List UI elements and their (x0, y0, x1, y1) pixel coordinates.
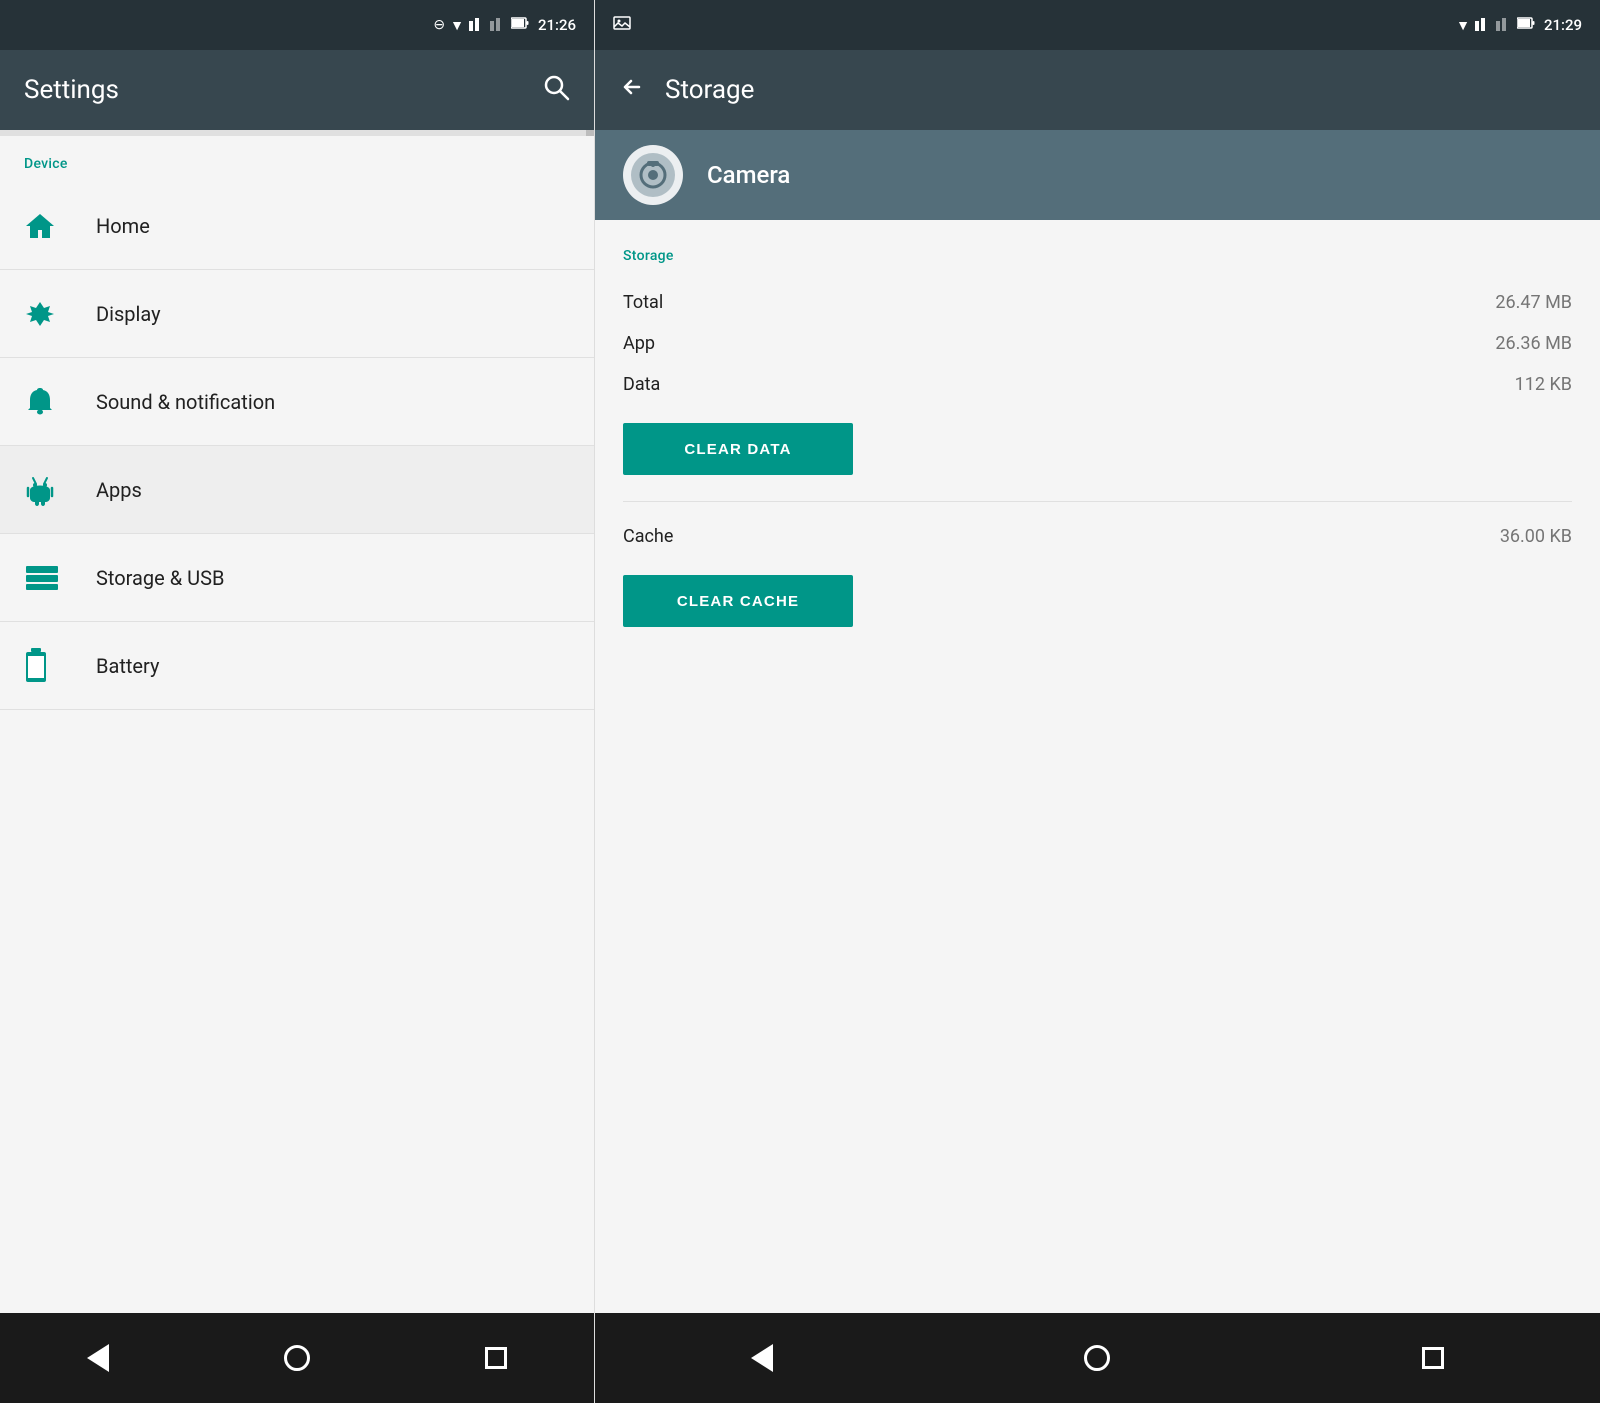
battery-settings-icon (24, 648, 76, 684)
total-label: Total (623, 292, 663, 313)
settings-title: Settings (24, 75, 119, 105)
left-recent-button[interactable] (455, 1337, 537, 1379)
left-status-bar-right: ⊖ ▼ 21:26 (433, 15, 576, 35)
settings-item-apps[interactable]: Apps (0, 446, 594, 534)
data-value: 112 KB (1515, 374, 1572, 395)
home-icon (24, 210, 76, 242)
right-panel: ▼ 21:29 Storage (595, 0, 1600, 1403)
right-battery-icon (1517, 16, 1535, 34)
right-time: 21:29 (1544, 16, 1582, 34)
left-panel: ⊖ ▼ 21:26 Settings (0, 0, 595, 1403)
settings-item-storage[interactable]: Storage & USB (0, 534, 594, 622)
data-row: Data 112 KB (623, 364, 1572, 405)
storage-label: Storage & USB (96, 566, 224, 590)
app-label: App (623, 333, 655, 354)
settings-item-home[interactable]: Home (0, 182, 594, 270)
display-label: Display (96, 302, 161, 326)
sound-label: Sound & notification (96, 390, 275, 414)
app-header: Camera (595, 130, 1600, 220)
device-section-label: Device (0, 136, 594, 182)
apps-label: Apps (96, 478, 142, 502)
right-signal-1 (1475, 15, 1491, 35)
total-row: Total 26.47 MB (623, 282, 1572, 323)
app-name: Camera (707, 161, 790, 189)
left-back-button[interactable] (57, 1334, 139, 1382)
storage-divider (623, 501, 1572, 502)
right-status-bar-right: ▼ 21:29 (1456, 15, 1582, 35)
right-wifi-icon: ▼ (1456, 17, 1470, 34)
cache-row: Cache 36.00 KB (623, 516, 1572, 557)
right-home-button[interactable] (1054, 1335, 1140, 1381)
app-icon (623, 145, 683, 205)
left-time: 21:26 (538, 16, 576, 34)
clear-cache-button[interactable]: CLEAR CACHE (623, 575, 853, 627)
left-home-button[interactable] (254, 1335, 340, 1381)
cache-value: 36.00 KB (1500, 526, 1572, 547)
settings-item-display[interactable]: Display (0, 270, 594, 358)
data-label: Data (623, 374, 660, 395)
battery-label: Battery (96, 654, 159, 678)
signal-icon-1 (469, 15, 485, 35)
left-nav-bar (0, 1313, 594, 1403)
wifi-icon: ▼ (450, 17, 464, 34)
right-status-bar: ▼ 21:29 (595, 0, 1600, 50)
back-button[interactable] (619, 74, 645, 107)
minus-icon: ⊖ (433, 17, 445, 33)
settings-list: Device Home Display (0, 136, 594, 1313)
android-icon (24, 474, 76, 506)
app-row: App 26.36 MB (623, 323, 1572, 364)
total-value: 26.47 MB (1495, 292, 1572, 313)
settings-item-sound[interactable]: Sound & notification (0, 358, 594, 446)
bell-icon (24, 386, 76, 418)
scroll-indicator (0, 130, 594, 136)
storage-section-label: Storage (623, 248, 1572, 264)
storage-content: Storage Total 26.47 MB App 26.36 MB Data… (595, 220, 1600, 1313)
cache-label: Cache (623, 526, 673, 547)
left-status-bar: ⊖ ▼ 21:26 (0, 0, 594, 50)
right-recent-button[interactable] (1392, 1337, 1474, 1379)
left-header: Settings (0, 50, 594, 130)
right-back-button[interactable] (721, 1334, 803, 1382)
home-label: Home (96, 214, 150, 238)
right-nav-bar (595, 1313, 1600, 1403)
display-icon (24, 298, 76, 330)
storage-title: Storage (665, 75, 754, 105)
settings-item-battery[interactable]: Battery (0, 622, 594, 710)
search-icon[interactable] (542, 73, 570, 108)
cache-section: Cache 36.00 KB CLEAR CACHE (623, 516, 1572, 645)
battery-icon (511, 16, 529, 34)
right-header: Storage (595, 50, 1600, 130)
storage-icon (24, 564, 76, 592)
app-value: 26.36 MB (1495, 333, 1572, 354)
image-icon (613, 15, 631, 35)
signal-icon-2 (490, 15, 506, 35)
clear-data-button[interactable]: CLEAR DATA (623, 423, 853, 475)
right-status-left (613, 15, 631, 35)
right-signal-2 (1496, 15, 1512, 35)
